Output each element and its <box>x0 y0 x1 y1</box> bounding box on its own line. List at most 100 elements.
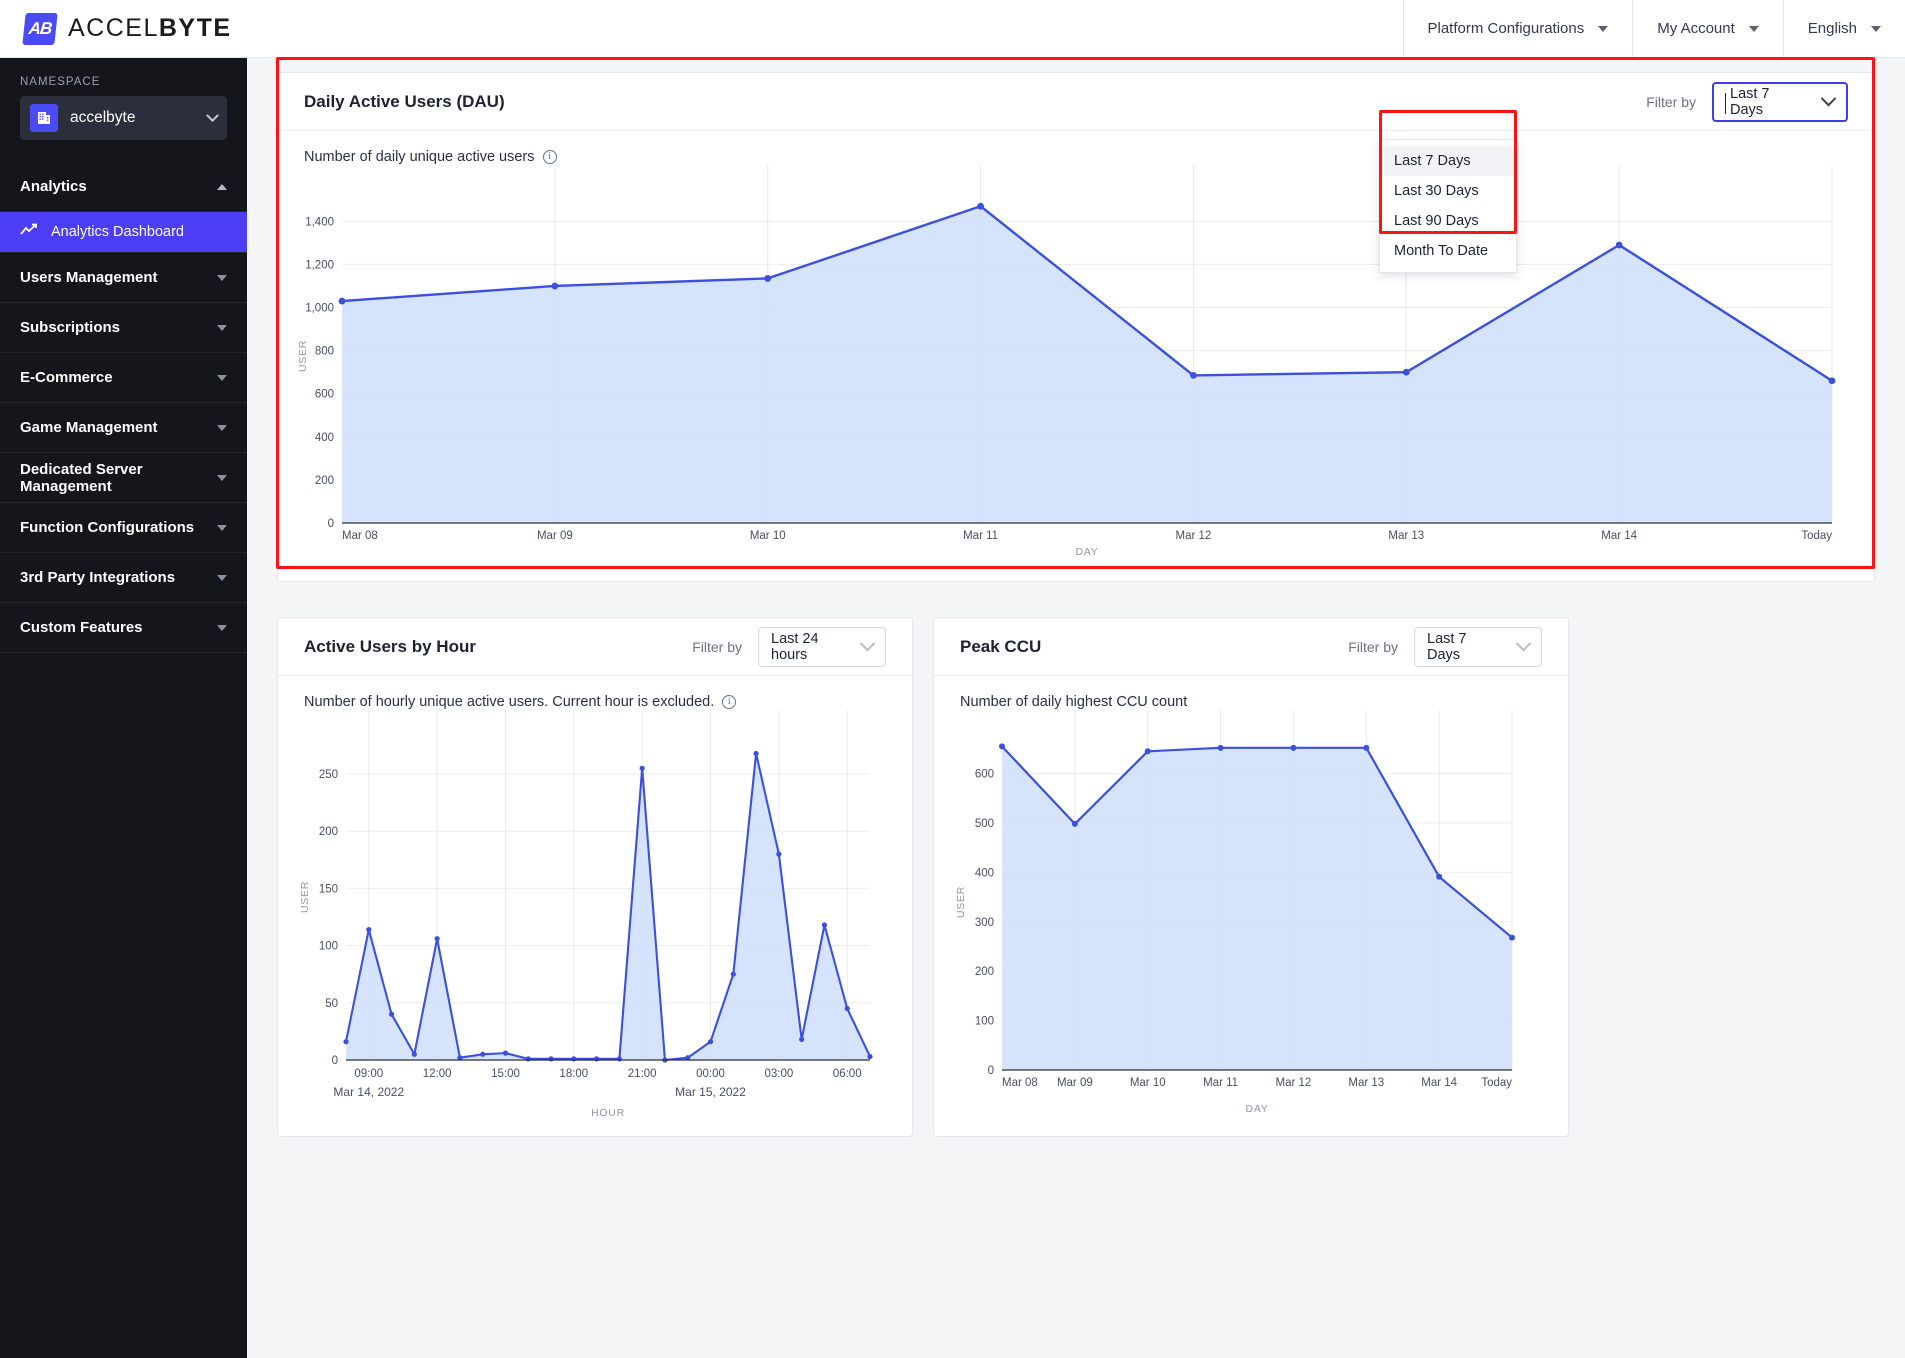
hour-filter-area: Filter by Last 24 hours <box>692 626 886 667</box>
svg-text:1,000: 1,000 <box>305 303 334 315</box>
sidebar-group-label: Game Management <box>20 419 158 436</box>
dropdown-option-1[interactable]: Last 30 Days <box>1380 176 1516 206</box>
svg-text:Mar 14: Mar 14 <box>1421 1077 1457 1089</box>
svg-text:600: 600 <box>975 769 994 781</box>
svg-text:Mar 15, 2022: Mar 15, 2022 <box>675 1085 746 1099</box>
chevron-down-icon <box>217 424 227 431</box>
dau-filter-area: Filter by Last 7 Days <box>1646 81 1848 122</box>
brand-logo[interactable]: AB ACCELBYTE <box>0 12 232 45</box>
sidebar-nav: Analytics Analytics Dashboard Users Mana… <box>0 162 247 653</box>
sidebar-item-label: Analytics Dashboard <box>51 224 184 240</box>
chevron-down-icon <box>217 324 227 331</box>
svg-text:400: 400 <box>315 432 334 444</box>
dau-filter-value: Last 7 Days <box>1730 85 1770 118</box>
sidebar-group-label: E-Commerce <box>20 369 113 386</box>
text-cursor <box>1725 92 1726 114</box>
sidebar-group-users-management[interactable]: Users Management <box>0 253 247 303</box>
svg-text:00:00: 00:00 <box>696 1068 725 1080</box>
hour-filter-value: Last 24 hours <box>771 630 819 663</box>
ccu-card-title: Peak CCU <box>960 636 1042 656</box>
dropdown-option-2[interactable]: Last 90 Days <box>1380 206 1516 236</box>
svg-text:Mar 11: Mar 11 <box>1203 1077 1238 1089</box>
hour-filter-label: Filter by <box>692 638 742 655</box>
sidebar-group-label: Custom Features <box>20 619 143 636</box>
svg-text:Mar 13: Mar 13 <box>1388 530 1424 542</box>
sidebar-item-analytics-dashboard[interactable]: Analytics Dashboard <box>0 212 247 252</box>
header-item-language[interactable]: English <box>1782 0 1905 58</box>
svg-text:12:00: 12:00 <box>423 1068 452 1080</box>
svg-text:Today: Today <box>1481 1077 1512 1089</box>
svg-text:03:00: 03:00 <box>764 1068 793 1080</box>
svg-text:100: 100 <box>319 941 338 953</box>
ccu-card-header: Peak CCU Filter by Last 7 Days <box>934 618 1568 676</box>
chevron-down-icon <box>217 474 227 481</box>
svg-text:Mar 12: Mar 12 <box>1176 530 1212 542</box>
main-content: Daily Active Users (DAU) Filter by Last … <box>247 58 1905 1358</box>
sidebar-group-3rd-party-integrations[interactable]: 3rd Party Integrations <box>0 553 247 603</box>
sidebar-group-label: Analytics <box>20 178 87 195</box>
svg-text:Mar 11: Mar 11 <box>963 530 998 542</box>
active-users-by-hour-chart: 0 50 100 150 200 250 09:00 12:00 15:00 18:00 21:00… <box>299 710 873 1119</box>
hour-caption-text: Number of hourly unique active users. Cu… <box>304 694 715 710</box>
ccu-filter-select[interactable]: Last 7 Days <box>1414 626 1542 667</box>
svg-text:Mar 14: Mar 14 <box>1601 530 1637 542</box>
sidebar-group-game-management[interactable]: Game Management <box>0 403 247 453</box>
ccu-filter-area: Filter by Last 7 Days <box>1348 626 1542 667</box>
namespace-label: NAMESPACE <box>20 76 101 88</box>
svg-text:Mar 13: Mar 13 <box>1348 1077 1384 1089</box>
brand-prefix: ACCEL <box>68 14 159 42</box>
info-icon[interactable]: i <box>722 695 737 709</box>
info-icon[interactable]: i <box>542 150 557 164</box>
building-icon <box>30 104 58 132</box>
svg-text:150: 150 <box>319 883 338 895</box>
chevron-down-icon <box>217 624 227 631</box>
dau-chart: 200 400 600 800 1,000 1,200 1,400 0 Mar 08 Mar 09… <box>297 165 1836 558</box>
svg-text:Mar 08: Mar 08 <box>1002 1077 1038 1089</box>
svg-text:DAY: DAY <box>1246 1103 1269 1115</box>
namespace-selector[interactable]: accelbyte <box>20 96 227 140</box>
header-item-platform-configurations[interactable]: Platform Configurations <box>1402 0 1633 58</box>
peak-ccu-card: Peak CCU Filter by Last 7 Days Number of… <box>933 617 1569 1137</box>
dau-filter-select[interactable]: Last 7 Days <box>1712 81 1848 122</box>
top-header-bar: AB ACCELBYTE Platform Configurations My … <box>0 0 1905 58</box>
svg-text:USER: USER <box>955 886 967 918</box>
svg-text:50: 50 <box>325 998 338 1010</box>
svg-text:1,200: 1,200 <box>305 259 334 271</box>
chevron-down-icon <box>859 635 876 652</box>
dropdown-option-3[interactable]: Month To Date <box>1380 236 1516 266</box>
sidebar-group-analytics[interactable]: Analytics <box>0 162 247 212</box>
svg-text:Mar 10: Mar 10 <box>750 530 786 542</box>
ccu-caption-text: Number of daily highest CCU count <box>960 694 1188 710</box>
svg-text:Mar 09: Mar 09 <box>1057 1077 1093 1089</box>
sidebar-group-label: Users Management <box>20 269 158 286</box>
chevron-down-icon <box>1598 25 1609 32</box>
sidebar-group-dedicated-server-management[interactable]: Dedicated Server Management <box>0 453 247 503</box>
hour-chart-caption: Number of hourly unique active users. Cu… <box>304 694 886 710</box>
sidebar-group-custom-features[interactable]: Custom Features <box>0 603 247 653</box>
dau-chart-caption: Number of daily unique active users i <box>304 149 1848 165</box>
hour-filter-select[interactable]: Last 24 hours <box>758 626 886 667</box>
sidebar-group-subscriptions[interactable]: Subscriptions <box>0 303 247 353</box>
sidebar-group-label: Function Configurations <box>20 519 195 536</box>
brand-wordmark: ACCELBYTE <box>68 14 232 43</box>
brand-suffix: BYTE <box>158 14 232 42</box>
svg-text:Mar 08: Mar 08 <box>342 530 378 542</box>
svg-text:DAY: DAY <box>1076 546 1099 558</box>
dau-filter-dropdown[interactable]: Last 7 Days Last 30 Days Last 90 Days Month… <box>1379 139 1517 273</box>
svg-text:USER: USER <box>299 881 311 913</box>
svg-text:Mar 09: Mar 09 <box>537 530 573 542</box>
header-item-label: My Account <box>1657 20 1735 37</box>
header-item-my-account[interactable]: My Account <box>1632 0 1783 58</box>
svg-text:1,400: 1,400 <box>305 216 334 228</box>
dropdown-option-0[interactable]: Last 7 Days <box>1380 146 1516 176</box>
trending-up-icon <box>20 223 38 241</box>
accelbyte-logo-icon: AB <box>22 12 58 45</box>
sidebar-group-e-commerce[interactable]: E-Commerce <box>0 353 247 403</box>
brand-mark-text: AB <box>27 18 53 38</box>
chevron-down-icon <box>217 374 227 381</box>
sidebar-group-function-configurations[interactable]: Function Configurations <box>0 503 247 553</box>
svg-text:800: 800 <box>315 346 334 358</box>
chevron-down-icon <box>206 108 219 122</box>
chevron-down-icon <box>1871 25 1881 32</box>
svg-text:06:00: 06:00 <box>833 1068 862 1080</box>
